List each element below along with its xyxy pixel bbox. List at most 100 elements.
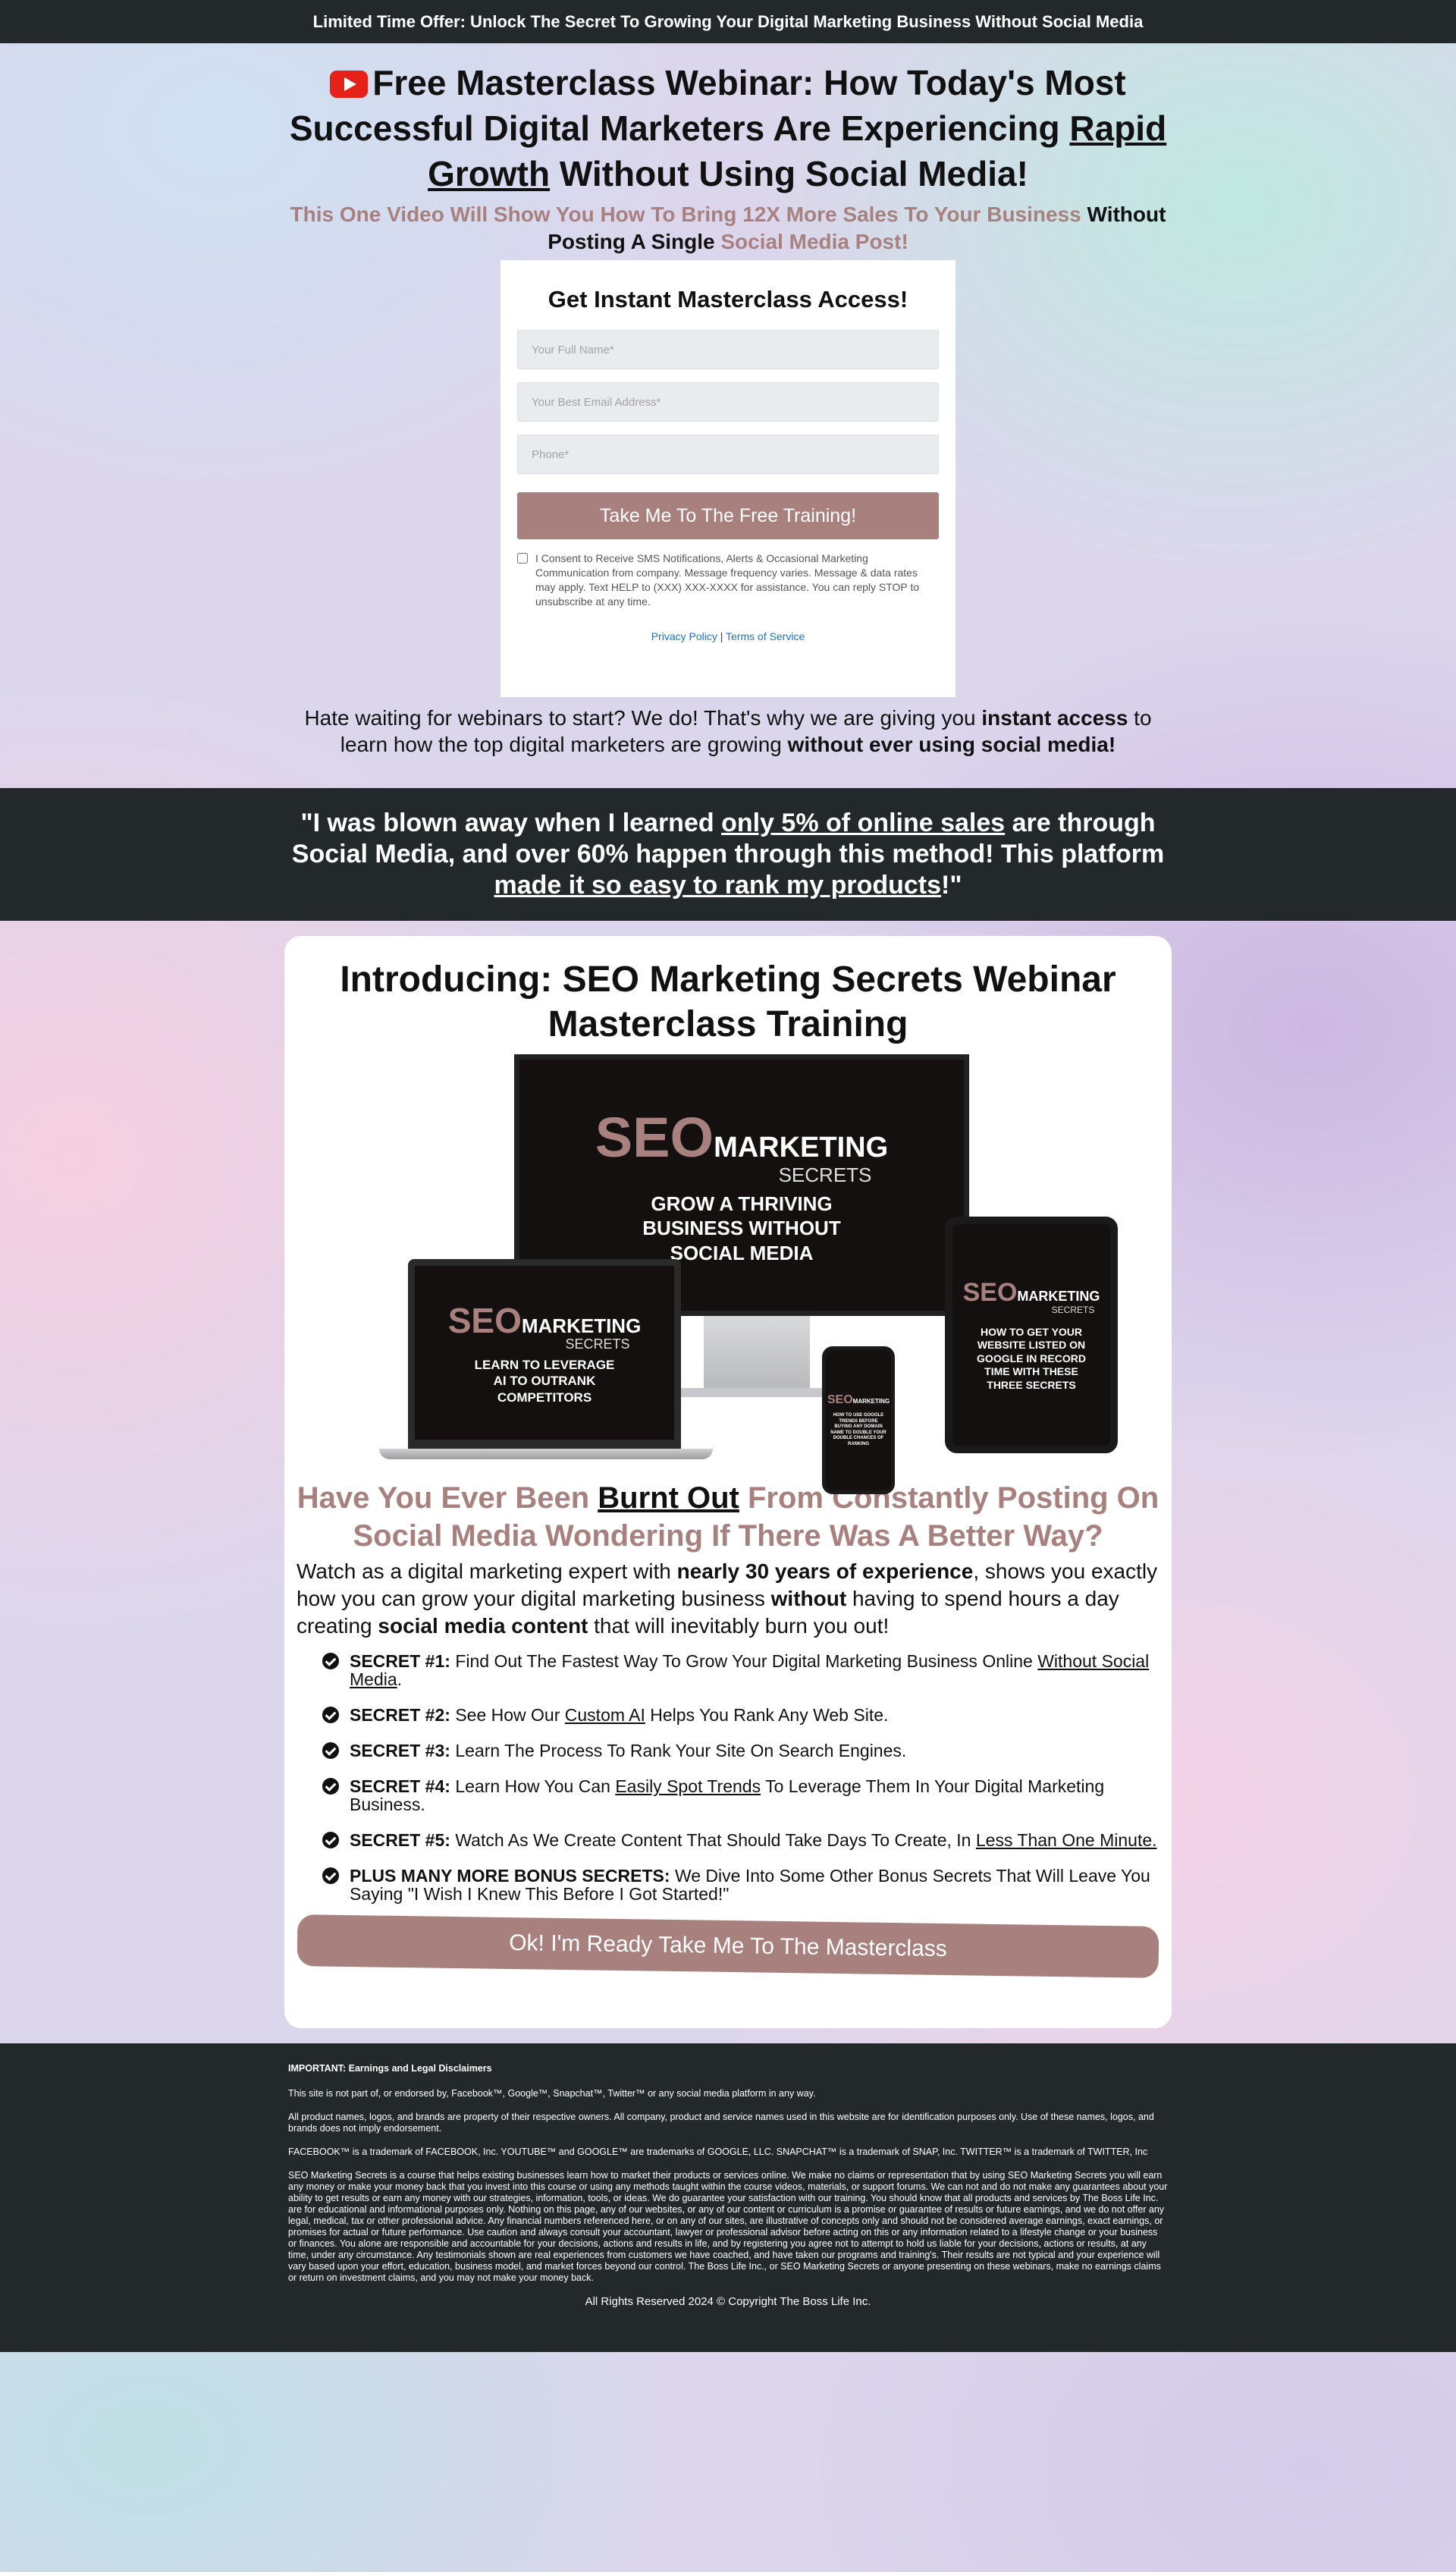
instant-access-note: Hate waiting for webinars to start? We d… bbox=[288, 705, 1168, 758]
secret-label: SECRET #5: bbox=[350, 1830, 450, 1850]
desc-bold: social media content bbox=[378, 1614, 588, 1638]
desc-part: that will inevitably burn you out! bbox=[588, 1614, 890, 1638]
logo-seo: SEO bbox=[595, 1105, 714, 1169]
quote-part: !" bbox=[941, 871, 962, 900]
testimonial-quote: "I was blown away when I learned only 5%… bbox=[288, 808, 1168, 901]
secret-item: SECRET #3: Learn The Process To Rank You… bbox=[322, 1741, 1159, 1760]
laptop-screen: SEOMARKETING SECRETS LEARN TO LEVERAGE A… bbox=[408, 1259, 681, 1449]
title-part: Free Masterclass Webinar: How Today's Mo… bbox=[289, 63, 1126, 148]
secret-text: Learn How You Can bbox=[450, 1776, 616, 1796]
burnt-out-headline: Have You Ever Been Burnt Out From Consta… bbox=[297, 1479, 1159, 1555]
check-circle-icon bbox=[322, 1867, 339, 1884]
secret-label: SECRET #4: bbox=[350, 1776, 450, 1796]
submit-training-button[interactable]: Take Me To The Free Training! bbox=[517, 492, 939, 539]
email-field[interactable] bbox=[517, 382, 939, 422]
quote-emphasis: only 5% of online sales bbox=[721, 809, 1006, 837]
announcement-text: Limited Time Offer: Unlock The Secret To… bbox=[312, 11, 1144, 31]
laptop-base bbox=[379, 1449, 713, 1459]
phone-tagline: HOW TO USE GOOGLE TRENDS BEFORE BUYING A… bbox=[830, 1413, 886, 1446]
secrets-list: SECRET #1: Find Out The Fastest Way To G… bbox=[322, 1652, 1159, 1903]
secret-emphasis: Easily Spot Trends bbox=[615, 1776, 761, 1796]
secret-label: SECRET #2: bbox=[350, 1705, 450, 1725]
secret-text: Helps You Rank Any Web Site. bbox=[645, 1705, 889, 1725]
headline-emphasis: Burnt Out bbox=[598, 1481, 739, 1515]
subheadline: This One Video Will Show You How To Brin… bbox=[288, 201, 1168, 256]
secret-text: . bbox=[397, 1669, 403, 1689]
laptop-tagline: LEARN TO LEVERAGE AI TO OUTRANK COMPETIT… bbox=[474, 1358, 615, 1405]
optin-form: Get Instant Masterclass Access! Take Me … bbox=[500, 260, 956, 697]
secret-text: Learn The Process To Rank Your Site On S… bbox=[450, 1741, 907, 1760]
headline-part: Have You Ever Been bbox=[297, 1481, 598, 1515]
desc-bold: without bbox=[770, 1587, 847, 1610]
logo-marketing: MARKETING bbox=[852, 1398, 890, 1405]
desc-bold: nearly 30 years of experience bbox=[676, 1559, 974, 1583]
secret-item: PLUS MANY MORE BONUS SECRETS: We Dive In… bbox=[322, 1867, 1159, 1903]
tablet-screen: SEOMARKETING SECRETS HOW TO GET YOUR WEB… bbox=[945, 1217, 1118, 1453]
check-circle-icon bbox=[322, 1653, 339, 1669]
disclaimer-paragraph: All product names, logos, and brands are… bbox=[288, 2112, 1154, 2134]
phone-field[interactable] bbox=[517, 435, 939, 474]
testimonial-band: "I was blown away when I learned only 5%… bbox=[0, 788, 1456, 921]
secret-text: See How Our bbox=[450, 1705, 565, 1725]
secret-label: SECRET #1: bbox=[350, 1651, 450, 1671]
secret-text: Find Out The Fastest Way To Grow Your Di… bbox=[450, 1651, 1038, 1671]
subheadline-part: This One Video Will Show You How To Brin… bbox=[290, 203, 1081, 226]
youtube-play-icon bbox=[330, 71, 369, 98]
terms-of-service-link[interactable]: Terms of Service bbox=[726, 630, 805, 642]
secret-label: SECRET #3: bbox=[350, 1741, 450, 1760]
top-announcement-bar: Limited Time Offer: Unlock The Secret To… bbox=[0, 0, 1456, 43]
link-separator: | bbox=[717, 630, 726, 642]
masterclass-heading: Introducing: SEO Marketing Secrets Webin… bbox=[340, 959, 1116, 1044]
note-part: Hate waiting for webinars to start? We d… bbox=[304, 706, 982, 730]
note-bold: instant access bbox=[981, 706, 1128, 730]
desc-part: Watch as a digital marketing expert with bbox=[297, 1559, 677, 1583]
disclaimer-heading: IMPORTANT: Earnings and Legal Disclaimer… bbox=[288, 2063, 492, 2074]
logo-secrets: SECRETS bbox=[1051, 1304, 1095, 1315]
logo-marketing: MARKETING bbox=[521, 1314, 642, 1338]
logo-seo: SEO bbox=[447, 1301, 522, 1341]
legal-links: Privacy Policy | Terms of Service bbox=[517, 630, 939, 642]
footer-content: IMPORTANT: Earnings and Legal Disclaimer… bbox=[288, 2043, 1168, 2307]
logo-secrets: SECRETS bbox=[565, 1336, 630, 1352]
check-circle-icon bbox=[322, 1778, 339, 1795]
secret-item: SECRET #1: Find Out The Fastest Way To G… bbox=[322, 1652, 1159, 1688]
monitor-stand bbox=[704, 1316, 810, 1392]
subheadline-part: Social Media Post! bbox=[720, 230, 908, 253]
full-name-field[interactable] bbox=[517, 330, 939, 369]
footer: IMPORTANT: Earnings and Legal Disclaimer… bbox=[0, 2043, 1456, 2352]
logo-secrets: SECRETS bbox=[778, 1163, 872, 1186]
secret-item: SECRET #2: See How Our Custom AI Helps Y… bbox=[322, 1706, 1159, 1724]
note-bold: without ever using social media! bbox=[787, 733, 1116, 756]
logo-seo: SEO bbox=[962, 1277, 1018, 1307]
expert-description: Watch as a digital marketing expert with… bbox=[297, 1558, 1159, 1640]
sms-consent: I Consent to Receive SMS Notifications, … bbox=[517, 551, 939, 609]
secret-item: SECRET #4: Learn How You Can Easily Spot… bbox=[322, 1777, 1159, 1814]
form-heading: Get Instant Masterclass Access! bbox=[548, 286, 908, 312]
masterclass-cta-button[interactable]: Ok! I'm Ready Take Me To The Masterclass bbox=[297, 1914, 1159, 1978]
hero-section: Free Masterclass Webinar: How Today's Mo… bbox=[288, 43, 1168, 758]
check-circle-icon bbox=[322, 1832, 339, 1848]
logo-marketing: MARKETING bbox=[1017, 1288, 1100, 1304]
sms-consent-checkbox[interactable] bbox=[517, 553, 528, 564]
privacy-policy-link[interactable]: Privacy Policy bbox=[651, 630, 717, 642]
quote-part: "I was blown away when I learned bbox=[300, 809, 722, 837]
product-mockup-image: SEOMARKETING SECRETS GROW A THRIVING BUS… bbox=[349, 1054, 1118, 1494]
disclaimer-paragraph: FACEBOOK™ is a trademark of FACEBOOK, In… bbox=[288, 2146, 1148, 2157]
page-title: Free Masterclass Webinar: How Today's Mo… bbox=[288, 60, 1168, 196]
secret-item: SECRET #5: Watch As We Create Content Th… bbox=[322, 1831, 1159, 1849]
tablet-tagline: HOW TO GET YOUR WEBSITE LISTED ON GOOGLE… bbox=[977, 1325, 1086, 1391]
secret-emphasis: Custom AI bbox=[564, 1705, 645, 1725]
check-circle-icon bbox=[322, 1742, 339, 1759]
secret-emphasis: Less Than One Minute. bbox=[975, 1830, 1157, 1850]
disclaimer-paragraph: This site is not part of, or endorsed by… bbox=[288, 2088, 816, 2099]
secret-text: Watch As We Create Content That Should T… bbox=[450, 1830, 976, 1850]
masterclass-card: Introducing: SEO Marketing Secrets Webin… bbox=[284, 936, 1172, 2028]
copyright: All Rights Reserved 2024 © Copyright The… bbox=[585, 2295, 871, 2308]
logo-marketing: MARKETING bbox=[714, 1131, 889, 1164]
phone-screen: SEOMARKETING HOW TO USE GOOGLE TRENDS BE… bbox=[822, 1346, 895, 1494]
disclaimer-paragraph: SEO Marketing Secrets is a course that h… bbox=[288, 2170, 1168, 2283]
title-part: Without Using Social Media! bbox=[550, 154, 1028, 193]
monitor-base bbox=[675, 1388, 834, 1397]
check-circle-icon bbox=[322, 1707, 339, 1723]
secret-label: PLUS MANY MORE BONUS SECRETS: bbox=[350, 1866, 670, 1886]
